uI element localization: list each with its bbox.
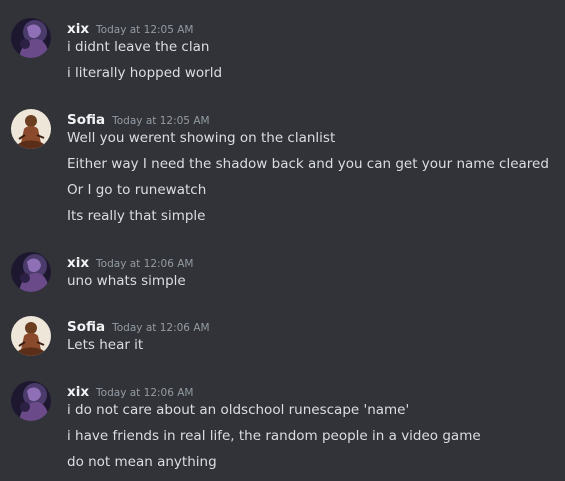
username[interactable]: xix	[67, 384, 89, 400]
message-header: Sofia Today at 12:06 AM	[67, 316, 210, 336]
timestamp[interactable]: Today at 12:05 AM	[112, 115, 209, 127]
xix-avatar[interactable]	[11, 381, 51, 421]
message-text: Its really that simple	[67, 208, 206, 224]
username[interactable]: xix	[67, 255, 89, 271]
sofia-avatar[interactable]	[11, 316, 51, 356]
username[interactable]: xix	[67, 21, 89, 37]
chat-messages: xix Today at 12:05 AM i didnt leave the c…	[0, 0, 565, 481]
message-text: Either way I need the shadow back and yo…	[67, 156, 549, 172]
xix-avatar-image	[11, 381, 51, 421]
message-text: uno whats simple	[67, 273, 186, 289]
sofia-avatar-image	[11, 109, 51, 149]
message-text: i literally hopped world	[67, 65, 223, 81]
xix-avatar[interactable]	[11, 252, 51, 292]
message-text: i have friends in real life, the random …	[67, 428, 481, 444]
message-text: do not mean anything	[67, 454, 217, 470]
sofia-avatar-image	[11, 316, 51, 356]
message-text: Lets hear it	[67, 337, 144, 353]
username[interactable]: Sofia	[67, 112, 105, 128]
timestamp[interactable]: Today at 12:05 AM	[96, 24, 193, 36]
message-text: Or I go to runewatch	[67, 182, 207, 198]
message-header: xix Today at 12:06 AM	[67, 252, 193, 272]
message-text: i didnt leave the clan	[67, 39, 210, 55]
message-header: Sofia Today at 12:05 AM	[67, 109, 210, 129]
xix-avatar[interactable]	[11, 18, 51, 58]
message-text: i do not care about an oldschool runesca…	[67, 402, 410, 418]
timestamp[interactable]: Today at 12:06 AM	[112, 322, 209, 334]
timestamp[interactable]: Today at 12:06 AM	[96, 387, 193, 399]
timestamp[interactable]: Today at 12:06 AM	[96, 258, 193, 270]
message-header: xix Today at 12:06 AM	[67, 381, 193, 401]
username[interactable]: Sofia	[67, 319, 105, 335]
xix-avatar-image	[11, 18, 51, 58]
xix-avatar-image	[11, 252, 51, 292]
message-header: xix Today at 12:05 AM	[67, 18, 193, 38]
message-text: Well you werent showing on the clanlist	[67, 130, 336, 146]
sofia-avatar[interactable]	[11, 109, 51, 149]
